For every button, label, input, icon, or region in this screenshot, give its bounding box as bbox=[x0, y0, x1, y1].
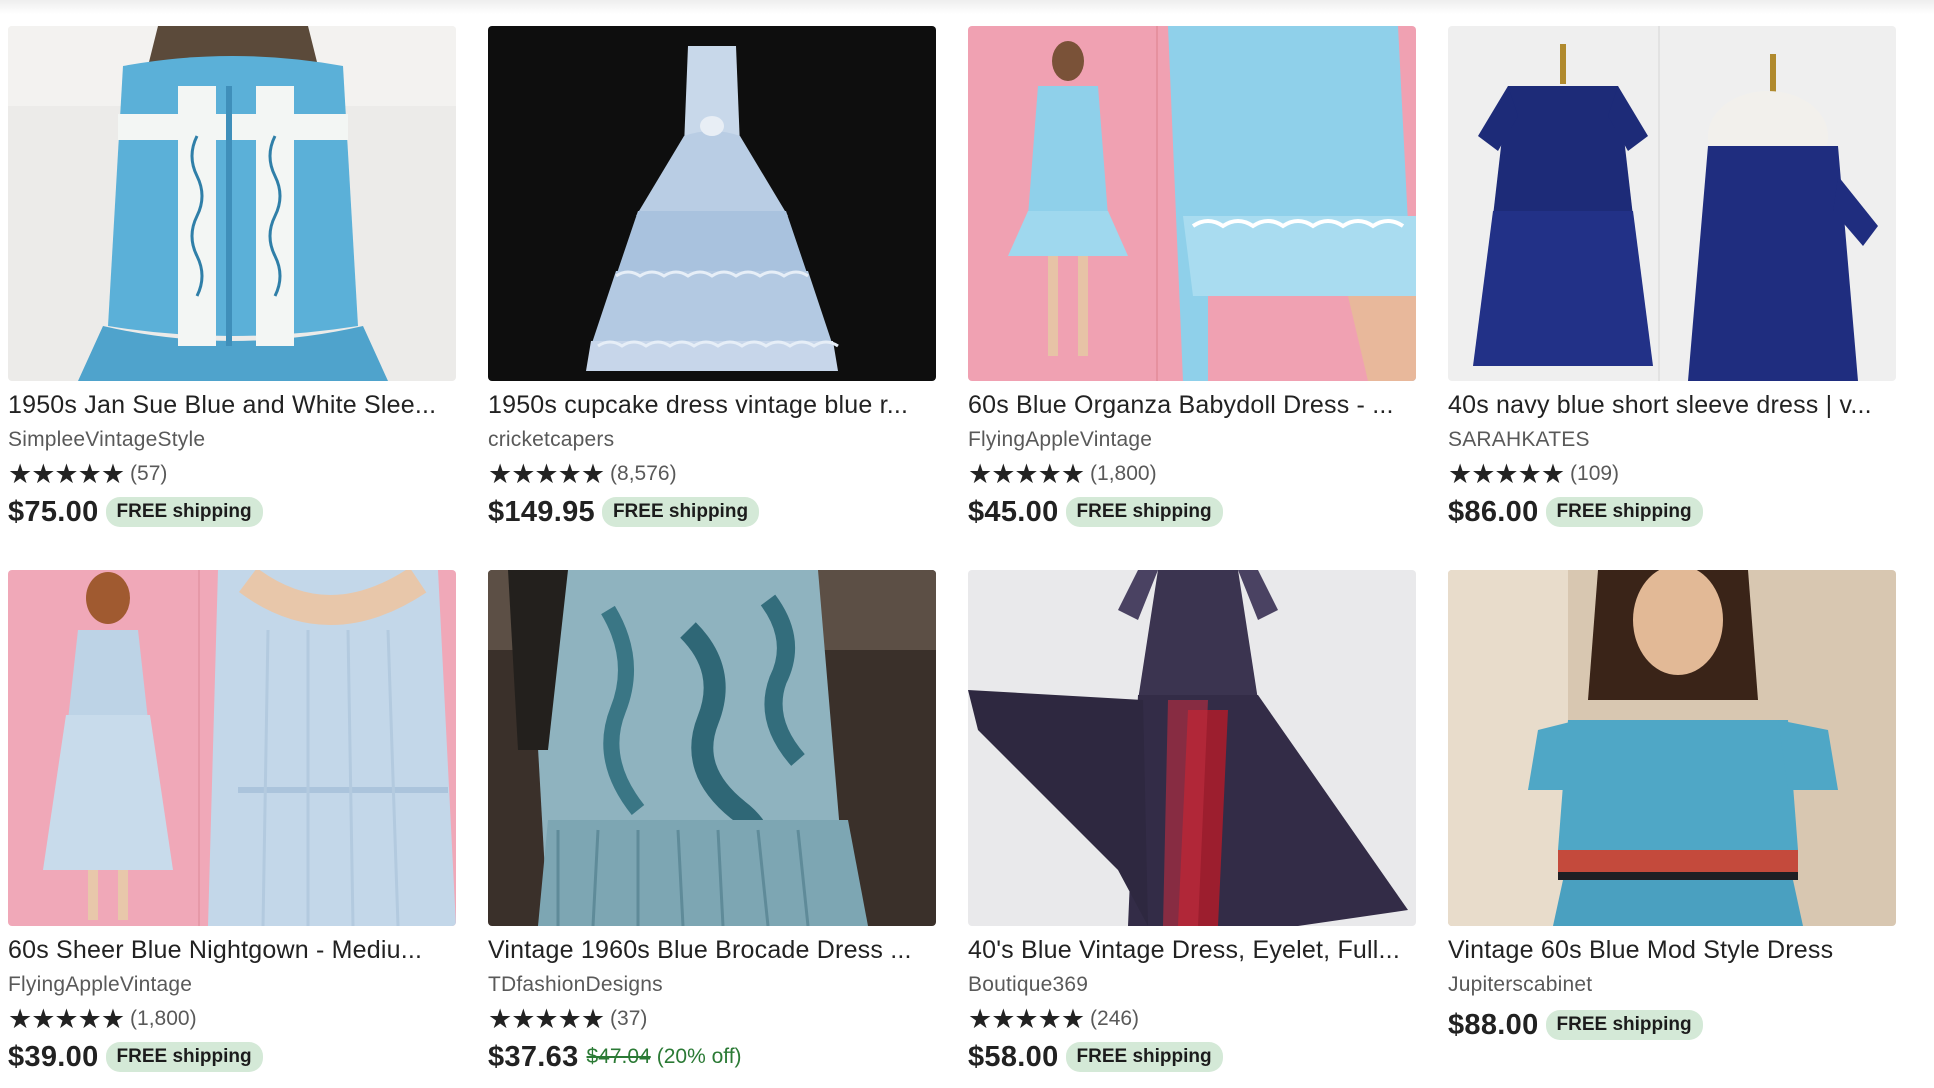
listing-title[interactable]: 40s navy blue short sleeve dress | v... bbox=[1448, 388, 1888, 422]
shop-name: FlyingAppleVintage bbox=[968, 428, 1153, 451]
teal-brocade-dress-icon[interactable] bbox=[488, 570, 936, 926]
price: $37.63 bbox=[488, 1040, 579, 1073]
rating: ★★★★★ (1,800) bbox=[968, 459, 1416, 489]
listing-card[interactable]: 60s Blue Organza Babydoll Dress - ... Fl… bbox=[968, 26, 1416, 532]
free-shipping-badge: FREE shipping bbox=[1065, 497, 1223, 527]
navy-dress-on-dress-form-icon[interactable] bbox=[1448, 26, 1896, 381]
review-count: (1,800) bbox=[1090, 462, 1157, 485]
listing-title[interactable]: 1950s Jan Sue Blue and White Slee... bbox=[8, 388, 448, 422]
rating: ★★★★★ (37) bbox=[488, 1004, 936, 1034]
shop-name: SARAHKATES bbox=[1448, 428, 1590, 451]
review-count: (37) bbox=[610, 1007, 648, 1030]
price-row: $58.00 FREE shipping bbox=[968, 1037, 1416, 1077]
listing-card[interactable]: 1950s Jan Sue Blue and White Slee... Sim… bbox=[8, 26, 456, 532]
price: $75.00 bbox=[8, 495, 99, 528]
review-count: (57) bbox=[130, 462, 168, 485]
listing-card[interactable]: 60s Sheer Blue Nightgown - Mediu... Flyi… bbox=[8, 570, 456, 1077]
listing-grid: 1950s Jan Sue Blue and White Slee... Sim… bbox=[0, 0, 1934, 1088]
review-count: (246) bbox=[1090, 1007, 1140, 1030]
original-price: $47.04 bbox=[586, 1045, 651, 1068]
listing-card[interactable]: 1950s cupcake dress vintage blue r... cr… bbox=[488, 26, 936, 532]
rating: ★★★★★ (57) bbox=[8, 459, 456, 489]
free-shipping-badge: FREE shipping bbox=[1545, 497, 1703, 527]
free-shipping-badge: FREE shipping bbox=[601, 497, 760, 527]
price: $39.00 bbox=[8, 1040, 99, 1073]
price-row: $39.00 FREE shipping bbox=[8, 1037, 456, 1077]
star-rating-icon: ★★★★★ bbox=[8, 459, 125, 489]
pale-blue-tiered-gown-icon[interactable] bbox=[488, 26, 936, 381]
free-shipping-badge: FREE shipping bbox=[1065, 1042, 1223, 1072]
price: $45.00 bbox=[968, 495, 1059, 528]
price-row: $88.00 FREE shipping bbox=[1448, 1005, 1896, 1045]
star-rating-icon: ★★★★★ bbox=[968, 459, 1085, 489]
price-row: $75.00 FREE shipping bbox=[8, 492, 456, 532]
price: $149.95 bbox=[488, 495, 595, 528]
rating: ★★★★★ (109) bbox=[1448, 459, 1896, 489]
shop-name: cricketcapers bbox=[488, 428, 615, 451]
listing-title[interactable]: 60s Blue Organza Babydoll Dress - ... bbox=[968, 388, 1408, 422]
listing-title[interactable]: Vintage 60s Blue Mod Style Dress bbox=[1448, 933, 1888, 967]
listing-card[interactable]: Vintage 1960s Blue Brocade Dress ... TDf… bbox=[488, 570, 936, 1077]
price-row: $149.95 FREE shipping bbox=[488, 492, 936, 532]
listing-title[interactable]: Vintage 1960s Blue Brocade Dress ... bbox=[488, 933, 928, 967]
price-row: $37.63 $47.04 (20% off) bbox=[488, 1037, 936, 1077]
review-count: (109) bbox=[1570, 462, 1620, 485]
star-rating-icon: ★★★★★ bbox=[488, 1004, 605, 1034]
listing-title[interactable]: 1950s cupcake dress vintage blue r... bbox=[488, 388, 928, 422]
star-rating-icon: ★★★★★ bbox=[488, 459, 605, 489]
rating: ★★★★★ (8,576) bbox=[488, 459, 936, 489]
sheer-blue-nightgown-model-icon[interactable] bbox=[8, 570, 456, 926]
listing-title[interactable]: 60s Sheer Blue Nightgown - Mediu... bbox=[8, 933, 448, 967]
blue-babydoll-dress-model-icon[interactable] bbox=[968, 26, 1416, 381]
price-row: $45.00 FREE shipping bbox=[968, 492, 1416, 532]
dark-purple-full-skirt-dress-icon[interactable] bbox=[968, 570, 1416, 926]
shop-name: FlyingAppleVintage bbox=[8, 973, 193, 996]
price: $58.00 bbox=[968, 1040, 1059, 1073]
price-row: $86.00 FREE shipping bbox=[1448, 492, 1896, 532]
free-shipping-badge: FREE shipping bbox=[1545, 1010, 1703, 1040]
review-count: (8,576) bbox=[610, 462, 677, 485]
price: $86.00 bbox=[1448, 495, 1539, 528]
discount-label: (20% off) bbox=[656, 1045, 742, 1068]
listing-card[interactable]: 40s navy blue short sleeve dress | v... … bbox=[1448, 26, 1896, 532]
price: $88.00 bbox=[1448, 1008, 1539, 1041]
shop-name: Jupiterscabinet bbox=[1448, 973, 1593, 996]
light-blue-sleeveless-dress-on-dress-form-icon[interactable] bbox=[8, 26, 456, 381]
star-rating-icon: ★★★★★ bbox=[968, 1004, 1085, 1034]
free-shipping-badge: FREE shipping bbox=[105, 497, 263, 527]
star-rating-icon: ★★★★★ bbox=[1448, 459, 1565, 489]
shop-name: SimpleeVintageStyle bbox=[8, 428, 206, 451]
free-shipping-badge: FREE shipping bbox=[105, 1042, 263, 1072]
star-rating-icon: ★★★★★ bbox=[8, 1004, 125, 1034]
shop-name: TDfashionDesigns bbox=[488, 973, 663, 996]
listing-card[interactable]: 40's Blue Vintage Dress, Eyelet, Full...… bbox=[968, 570, 1416, 1077]
blue-mod-knit-dress-model-icon[interactable] bbox=[1448, 570, 1896, 926]
listing-card[interactable]: Vintage 60s Blue Mod Style Dress Jupiter… bbox=[1448, 570, 1896, 1045]
listing-title[interactable]: 40's Blue Vintage Dress, Eyelet, Full... bbox=[968, 933, 1408, 967]
shop-name: Boutique369 bbox=[968, 973, 1089, 996]
rating: ★★★★★ (1,800) bbox=[8, 1004, 456, 1034]
rating: ★★★★★ (246) bbox=[968, 1004, 1416, 1034]
review-count: (1,800) bbox=[130, 1007, 197, 1030]
